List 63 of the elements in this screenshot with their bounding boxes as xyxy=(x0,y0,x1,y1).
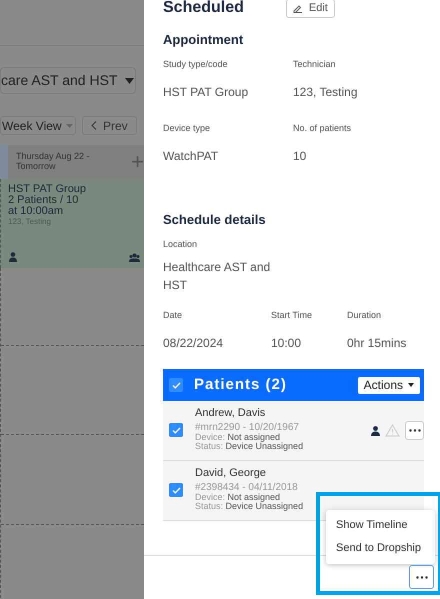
status-value: Device Unassigned xyxy=(226,501,304,511)
event-time: at 10:00am xyxy=(8,206,64,217)
more-icon xyxy=(408,429,420,432)
more-icon xyxy=(416,576,428,578)
menu-item[interactable]: Send to Dropship xyxy=(336,537,435,560)
prev-button[interactable]: Prev xyxy=(82,116,137,135)
event-patients: 2 Patients / 10 xyxy=(8,195,78,206)
person-icon xyxy=(9,252,17,262)
patient-name: David, George xyxy=(195,466,267,480)
device-value: Not assigned xyxy=(228,432,280,442)
caret-icon xyxy=(66,124,73,128)
edit-button[interactable]: Edit xyxy=(286,0,335,18)
field-label: Location xyxy=(163,238,198,250)
field-label: Technician xyxy=(293,58,337,70)
field-value: 0hr 15mins xyxy=(347,335,408,351)
field-label: No. of patients xyxy=(293,122,352,134)
patient-row[interactable]: David, George #2398434 - 04/11/2018 Device: Not assigned Status: Device Unassigned xyxy=(163,461,424,521)
caret-icon xyxy=(408,383,414,387)
actions-button[interactable]: Actions xyxy=(358,376,420,394)
group-icon xyxy=(129,253,140,262)
status-label: Status: xyxy=(195,501,224,511)
day-header: Thursday Aug 22 - Tomorrow xyxy=(16,150,91,173)
event-title: HST PAT Group xyxy=(8,184,88,195)
field-label: Start Time xyxy=(271,309,314,321)
field-value: 123, Testing xyxy=(293,84,358,100)
field-label: Duration xyxy=(347,309,382,321)
pencil-icon xyxy=(292,4,303,12)
field-value: 10:00 xyxy=(271,335,302,351)
field-value: HST PAT Group xyxy=(163,84,250,100)
field-value: WatchPAT xyxy=(163,148,220,164)
field-label: Study type/code xyxy=(163,58,229,70)
warning-icon xyxy=(385,424,400,437)
section-heading: Appointment xyxy=(163,31,244,49)
patient-row[interactable]: Andrew, Davis #mrn2290 - 10/20/1967 Device: Not assigned Status: Device Unassigned xyxy=(163,401,424,461)
check-icon xyxy=(172,382,180,388)
view-select[interactable]: Week View xyxy=(0,116,76,135)
status-label: Status: xyxy=(195,441,224,451)
patient-id: #2398434 - 04/11/2018 xyxy=(195,482,299,493)
location-select[interactable]: care AST and HST xyxy=(0,67,136,94)
patient-id: #mrn2290 - 10/20/1967 xyxy=(195,422,300,433)
column-marker xyxy=(0,145,8,179)
patient-name: Andrew, Davis xyxy=(195,406,266,420)
field-value: 10 xyxy=(293,148,308,164)
chevron-left-icon xyxy=(91,121,97,130)
field-label: Device type xyxy=(163,122,212,134)
field-label: Date xyxy=(163,309,184,321)
patients-title: Patients (2) xyxy=(194,374,287,395)
drawer-title: Scheduled xyxy=(163,0,244,18)
field-value: Healthcare AST and HST xyxy=(163,259,272,294)
device-label: Device: xyxy=(195,432,226,442)
person-icon xyxy=(371,426,380,436)
section-heading: Schedule details xyxy=(163,210,267,228)
checkbox[interactable] xyxy=(169,378,183,392)
device-label: Device: xyxy=(195,492,226,502)
more-button[interactable] xyxy=(405,421,424,440)
status-value: Device Unassigned xyxy=(226,441,304,451)
device-value: Not assigned xyxy=(228,492,280,502)
checkbox[interactable] xyxy=(169,483,183,497)
check-icon xyxy=(172,486,180,494)
checkbox[interactable] xyxy=(169,423,183,437)
check-icon xyxy=(172,426,180,434)
field-value: 08/22/2024 xyxy=(163,335,224,351)
caret-icon xyxy=(125,78,134,84)
